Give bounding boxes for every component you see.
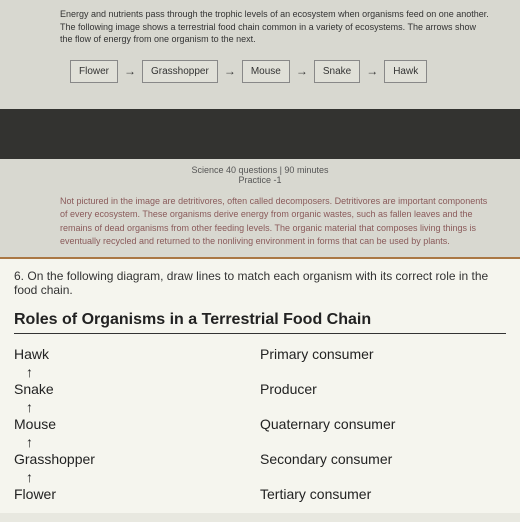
chain-box-hawk: Hawk bbox=[384, 60, 427, 83]
meta-practice: Practice -1 bbox=[0, 175, 520, 185]
role-quaternary-consumer[interactable]: Quaternary consumer bbox=[260, 416, 506, 432]
organism-hawk[interactable]: Hawk bbox=[14, 346, 260, 362]
question-section: 6. On the following diagram, draw lines … bbox=[0, 259, 520, 513]
up-arrow-icon: ↑ bbox=[26, 400, 260, 414]
role-primary-consumer[interactable]: Primary consumer bbox=[260, 346, 506, 362]
role-tertiary-consumer[interactable]: Tertiary consumer bbox=[260, 486, 506, 502]
up-arrow-icon: ↑ bbox=[26, 470, 260, 484]
role-secondary-consumer[interactable]: Secondary consumer bbox=[260, 451, 506, 467]
organism-mouse[interactable]: Mouse bbox=[14, 416, 260, 432]
chain-box-flower: Flower bbox=[70, 60, 118, 83]
up-arrow-icon: ↑ bbox=[26, 365, 260, 379]
arrow-icon: → bbox=[224, 64, 236, 78]
dark-band bbox=[0, 109, 520, 159]
roles-column: Primary consumer Producer Quaternary con… bbox=[260, 346, 506, 503]
meta-line: Science 40 questions | 90 minutes Practi… bbox=[0, 159, 520, 187]
detritivore-paragraph: Not pictured in the image are detritivor… bbox=[0, 187, 520, 259]
organism-snake[interactable]: Snake bbox=[14, 381, 260, 397]
top-panel: Energy and nutrients pass through the tr… bbox=[0, 0, 520, 109]
up-arrow-icon: ↑ bbox=[26, 435, 260, 449]
chain-box-grasshopper: Grasshopper bbox=[142, 60, 218, 83]
question-text-body: On the following diagram, draw lines to … bbox=[14, 269, 488, 297]
question-prompt: 6. On the following diagram, draw lines … bbox=[14, 269, 506, 297]
role-producer[interactable]: Producer bbox=[260, 381, 506, 397]
organism-grasshopper[interactable]: Grasshopper bbox=[14, 451, 260, 467]
arrow-icon: → bbox=[296, 64, 308, 78]
arrow-icon: → bbox=[124, 64, 136, 78]
question-number: 6. bbox=[14, 269, 24, 283]
food-chain-row: Flower → Grasshopper → Mouse → Snake → H… bbox=[60, 60, 490, 83]
roles-title: Roles of Organisms in a Terrestrial Food… bbox=[14, 311, 506, 334]
arrow-icon: → bbox=[366, 64, 378, 78]
chain-box-snake: Snake bbox=[314, 60, 360, 83]
intro-paragraph: Energy and nutrients pass through the tr… bbox=[60, 8, 490, 46]
meta-questions: Science 40 questions | 90 minutes bbox=[0, 165, 520, 175]
organism-flower[interactable]: Flower bbox=[14, 486, 260, 502]
chain-box-mouse: Mouse bbox=[242, 60, 290, 83]
organisms-column: Hawk ↑ Snake ↑ Mouse ↑ Grasshopper ↑ Flo… bbox=[14, 346, 260, 503]
matching-grid: Hawk ↑ Snake ↑ Mouse ↑ Grasshopper ↑ Flo… bbox=[14, 346, 506, 503]
